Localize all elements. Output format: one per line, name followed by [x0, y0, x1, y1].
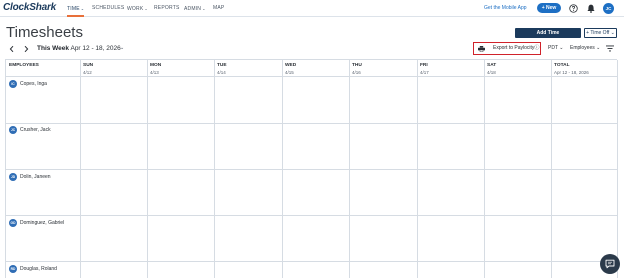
column-header-total: TOTAL	[554, 63, 570, 68]
add-time-button[interactable]: Add Time	[515, 28, 581, 38]
row-divider	[6, 261, 617, 262]
export-to-paylocity-button[interactable]: Export to Paylocityⓘ	[473, 42, 541, 55]
page-title: Timesheets	[6, 24, 83, 41]
row-divider	[6, 76, 617, 77]
week-range-label[interactable]: This Week Apr 12 - 18, 2026	[37, 45, 121, 52]
chevron-down-icon: ⌄	[202, 6, 206, 11]
nav-map[interactable]: MAP	[213, 0, 224, 17]
nav-admin[interactable]: ADMIN⌄	[184, 0, 206, 17]
next-week-icon[interactable]	[22, 45, 30, 53]
column-date-mon: 4/13	[150, 70, 159, 75]
column-header-tue: TUE	[217, 63, 227, 68]
row-divider	[6, 123, 617, 124]
avatar: JD	[9, 173, 17, 181]
avatar: GD	[9, 219, 17, 227]
top-navigation: ClockShark TIME⌄ SCHEDULES WORK⌄ REPORTS…	[0, 0, 624, 17]
column-header-fri: FRI	[420, 63, 428, 68]
column-header-employees[interactable]: EMPLOYEES	[9, 63, 39, 68]
column-date-fri: 4/17	[420, 70, 429, 75]
timesheet-table: EMPLOYEES SUN 4/12 MON 4/13 TUE 4/14 WED…	[5, 59, 618, 278]
info-icon: ⓘ	[534, 45, 540, 51]
row-divider	[6, 215, 617, 216]
help-icon[interactable]	[569, 4, 578, 13]
column-header-thu: THU	[352, 63, 362, 68]
employee-name[interactable]: Dolin, Janeen	[20, 174, 51, 180]
column-date-thu: 4/16	[352, 70, 361, 75]
chat-icon	[605, 259, 615, 269]
chevron-down-icon: ⌄	[144, 6, 148, 11]
timezone-select[interactable]: PDT ⌄	[548, 45, 564, 51]
time-off-button[interactable]: + Time Off ⌄	[584, 28, 617, 38]
new-button[interactable]: + New	[537, 3, 561, 13]
column-date-sat: 4/18	[487, 70, 496, 75]
chat-support-button[interactable]	[600, 254, 620, 274]
nav-time[interactable]: TIME⌄	[67, 0, 85, 17]
get-mobile-app-link[interactable]: Get the Mobile App	[484, 0, 527, 17]
previous-week-icon[interactable]	[8, 45, 16, 53]
user-avatar[interactable]: JC	[603, 3, 614, 14]
nav-work[interactable]: WORK⌄	[127, 0, 148, 17]
column-header-wed: WED	[285, 63, 297, 68]
employee-name[interactable]: Copes, Inga	[20, 81, 47, 87]
printer-icon	[478, 46, 485, 52]
column-divider	[617, 60, 618, 278]
avatar: IC	[9, 80, 17, 88]
filter-icon[interactable]	[606, 45, 614, 52]
employee-name[interactable]: Crusher, Jack	[20, 127, 51, 133]
notification-bell-icon[interactable]	[587, 4, 595, 13]
column-header-sun: SUN	[83, 63, 94, 68]
column-date-sun: 4/12	[83, 70, 92, 75]
employee-name[interactable]: Dominguez, Gabriel	[20, 220, 64, 226]
row-divider	[6, 169, 617, 170]
avatar: JC	[9, 126, 17, 134]
column-header-sat: SAT	[487, 63, 497, 68]
nav-schedules[interactable]: SCHEDULES	[92, 0, 124, 17]
clockshark-logo[interactable]: ClockShark	[3, 2, 56, 13]
nav-reports[interactable]: REPORTS	[154, 0, 179, 17]
employee-name[interactable]: Douglas, Roland	[20, 266, 57, 272]
avatar: RD	[9, 265, 17, 273]
chevron-down-icon: ⌄	[80, 6, 85, 11]
column-date-wed: 4/15	[285, 70, 294, 75]
employees-filter-select[interactable]: Employees ⌄	[570, 45, 600, 51]
column-header-mon: MON	[150, 63, 162, 68]
column-date-tue: 4/14	[217, 70, 226, 75]
chevron-down-icon[interactable]: ⌄	[120, 45, 124, 51]
column-date-total: Apr 12 - 18, 2026	[554, 70, 589, 75]
export-label: Export to Paylocity	[493, 45, 535, 51]
